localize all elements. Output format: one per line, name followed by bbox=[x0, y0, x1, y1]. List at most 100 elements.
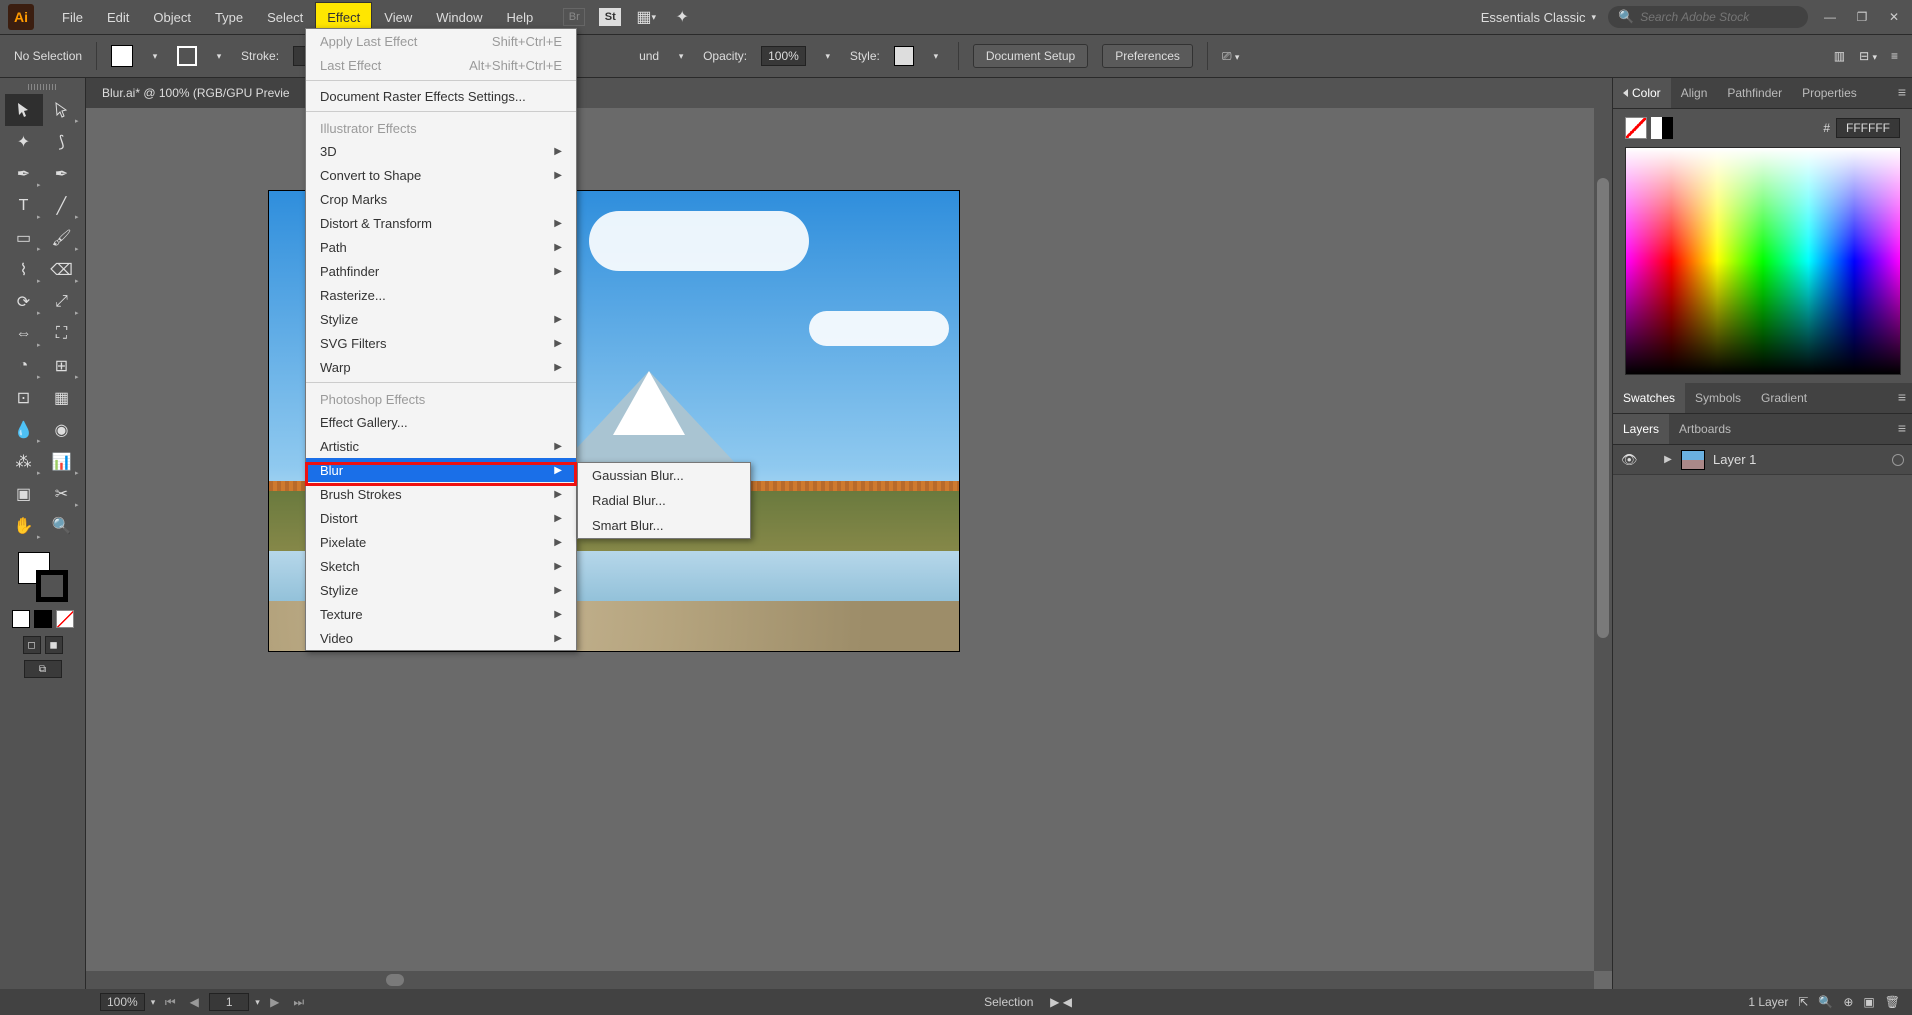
submenu-radial-blur[interactable]: Radial Blur... bbox=[578, 488, 750, 513]
disclosure-icon[interactable]: ▶ bbox=[1663, 454, 1673, 465]
tab-symbols[interactable]: Symbols bbox=[1685, 383, 1751, 413]
tab-gradient[interactable]: Gradient bbox=[1751, 383, 1817, 413]
search-adobestock[interactable]: 🔍 bbox=[1608, 6, 1808, 28]
menu-object[interactable]: Object bbox=[141, 2, 203, 33]
mesh-tool[interactable]: ⊡ bbox=[5, 382, 43, 414]
panel-toggle-icon[interactable]: ▥ bbox=[1834, 49, 1845, 63]
panel-menu-icon[interactable]: ≡ bbox=[1898, 84, 1906, 100]
free-transform-tool[interactable]: ⛶ bbox=[43, 318, 81, 350]
scale-tool[interactable]: ⤢▸ bbox=[43, 286, 81, 318]
workspace-switcher[interactable]: Essentials Classic ▾ bbox=[1481, 10, 1596, 25]
draw-normal-icon[interactable]: ◻ bbox=[23, 636, 41, 654]
minimize-icon[interactable]: — bbox=[1820, 10, 1840, 24]
tab-color[interactable]: Color bbox=[1613, 78, 1671, 108]
draw-behind-icon[interactable]: ◼ bbox=[45, 636, 63, 654]
fill-dd[interactable]: ▾ bbox=[147, 51, 163, 62]
arrange-docs-icon[interactable]: ▦ ▾ bbox=[635, 1, 657, 33]
line-tool[interactable]: ╱▸ bbox=[43, 190, 81, 222]
zoom-dd[interactable]: ▾ bbox=[151, 997, 156, 1008]
color-spectrum[interactable] bbox=[1625, 147, 1901, 375]
hex-input[interactable]: FFFFFF bbox=[1836, 118, 1900, 138]
width-tool[interactable]: ⇔▸ bbox=[5, 318, 43, 350]
stroke-dd[interactable]: ▾ bbox=[211, 51, 227, 62]
prev-artboard-icon[interactable]: ◀ bbox=[185, 995, 203, 1009]
artboard-tool[interactable]: ▣ bbox=[5, 478, 43, 510]
last-artboard-icon[interactable]: ⏭ bbox=[290, 995, 308, 1010]
document-setup-button[interactable]: Document Setup bbox=[973, 44, 1088, 68]
locate-layer-icon[interactable]: 🔍 bbox=[1818, 995, 1833, 1009]
panel-menu-icon[interactable]: ≡ bbox=[1891, 49, 1898, 63]
menu-warp[interactable]: Warp▶ bbox=[306, 355, 576, 379]
menu-stylize-ill[interactable]: Stylize▶ bbox=[306, 307, 576, 331]
transparency-end[interactable]: und bbox=[639, 49, 659, 63]
rectangle-tool[interactable]: ▭▸ bbox=[5, 222, 43, 254]
style-swatch[interactable] bbox=[894, 46, 914, 66]
magic-wand-tool[interactable]: ✦ bbox=[5, 126, 43, 158]
menu-texture[interactable]: Texture▶ bbox=[306, 602, 576, 626]
scroll-thumb[interactable] bbox=[1597, 178, 1609, 638]
artboard-field[interactable]: 1 bbox=[209, 993, 249, 1011]
tab-properties[interactable]: Properties bbox=[1792, 78, 1867, 108]
eraser-tool[interactable]: ⌫▸ bbox=[43, 254, 81, 286]
graph-tool[interactable]: 📊▸ bbox=[43, 446, 81, 478]
menu-effect-gallery[interactable]: Effect Gallery... bbox=[306, 410, 576, 434]
menu-rasterize[interactable]: Rasterize... bbox=[306, 283, 576, 307]
lasso-tool[interactable]: ⟆ bbox=[43, 126, 81, 158]
menu-crop-marks[interactable]: Crop Marks bbox=[306, 187, 576, 211]
menu-svg-filters[interactable]: SVG Filters▶ bbox=[306, 331, 576, 355]
scroll-thumb[interactable] bbox=[386, 974, 404, 986]
none-mode-icon[interactable] bbox=[56, 610, 74, 628]
tab-align[interactable]: Align bbox=[1671, 78, 1718, 108]
menu-convert-to-shape[interactable]: Convert to Shape▶ bbox=[306, 163, 576, 187]
bw-swatch-icon[interactable] bbox=[1651, 117, 1673, 139]
tab-pathfinder[interactable]: Pathfinder bbox=[1717, 78, 1792, 108]
zoom-tool[interactable]: 🔍 bbox=[43, 510, 81, 542]
first-artboard-icon[interactable]: ⏮ bbox=[161, 995, 179, 1010]
curvature-tool[interactable]: ✒ bbox=[43, 158, 81, 190]
close-icon[interactable]: ✕ bbox=[1884, 10, 1904, 24]
bridge-icon[interactable]: Br bbox=[563, 8, 585, 26]
stock-icon[interactable]: St bbox=[599, 8, 621, 26]
gradient-tool[interactable]: ▦ bbox=[43, 382, 81, 414]
menu-type[interactable]: Type bbox=[203, 2, 255, 33]
align-icon[interactable]: ⎚ ▾ bbox=[1222, 49, 1239, 64]
status-nav-icon[interactable]: ▶ ◀ bbox=[1050, 995, 1072, 1009]
menu-distort-transform[interactable]: Distort & Transform▶ bbox=[306, 211, 576, 235]
submenu-smart-blur[interactable]: Smart Blur... bbox=[578, 513, 750, 538]
new-layer-icon[interactable]: ▣ bbox=[1863, 995, 1874, 1009]
tab-artboards[interactable]: Artboards bbox=[1669, 414, 1741, 444]
document-tab[interactable]: Blur.ai* @ 100% (RGB/GPU Previe bbox=[86, 78, 307, 108]
menu-blur[interactable]: Blur▶ bbox=[306, 458, 576, 482]
none-swatch-icon[interactable] bbox=[1625, 117, 1647, 139]
opacity-dd[interactable]: ▾ bbox=[820, 51, 836, 62]
panel-menu-icon[interactable]: ≡ bbox=[1898, 389, 1906, 405]
shape-builder-tool[interactable]: ◔▸ bbox=[5, 350, 43, 382]
selection-tool[interactable] bbox=[5, 94, 43, 126]
menu-brush-strokes[interactable]: Brush Strokes▶ bbox=[306, 482, 576, 506]
perspective-tool[interactable]: ⊞▸ bbox=[43, 350, 81, 382]
next-artboard-icon[interactable]: ▶ bbox=[266, 995, 284, 1009]
menu-distort[interactable]: Distort▶ bbox=[306, 506, 576, 530]
blend-tool[interactable]: ◉ bbox=[43, 414, 81, 446]
panel-grip[interactable] bbox=[28, 84, 58, 90]
menu-pixelate[interactable]: Pixelate▶ bbox=[306, 530, 576, 554]
menu-stylize-ps[interactable]: Stylize▶ bbox=[306, 578, 576, 602]
transparency-dd[interactable]: ▾ bbox=[673, 51, 689, 62]
fill-swatch[interactable] bbox=[111, 45, 133, 67]
gpu-icon[interactable]: ✦ bbox=[671, 1, 693, 33]
submenu-gaussian-blur[interactable]: Gaussian Blur... bbox=[578, 463, 750, 488]
preferences-button[interactable]: Preferences bbox=[1102, 44, 1193, 68]
zoom-field[interactable]: 100% bbox=[100, 993, 145, 1011]
eyedropper-tool[interactable]: 💧▸ bbox=[5, 414, 43, 446]
tab-swatches[interactable]: Swatches bbox=[1613, 383, 1685, 413]
type-tool[interactable]: T▸ bbox=[5, 190, 43, 222]
horizontal-scrollbar[interactable] bbox=[86, 971, 1594, 989]
symbol-sprayer-tool[interactable]: ⁂▸ bbox=[5, 446, 43, 478]
panel-menu-icon[interactable]: ≡ bbox=[1898, 420, 1906, 436]
tab-layers[interactable]: Layers bbox=[1613, 414, 1669, 444]
shaper-tool[interactable]: ⌇▸ bbox=[5, 254, 43, 286]
opacity-field[interactable]: 100% bbox=[761, 46, 806, 66]
menu-path[interactable]: Path▶ bbox=[306, 235, 576, 259]
menu-file[interactable]: File bbox=[50, 2, 95, 33]
layer-row[interactable]: 👁 ▶ Layer 1 bbox=[1613, 445, 1912, 475]
